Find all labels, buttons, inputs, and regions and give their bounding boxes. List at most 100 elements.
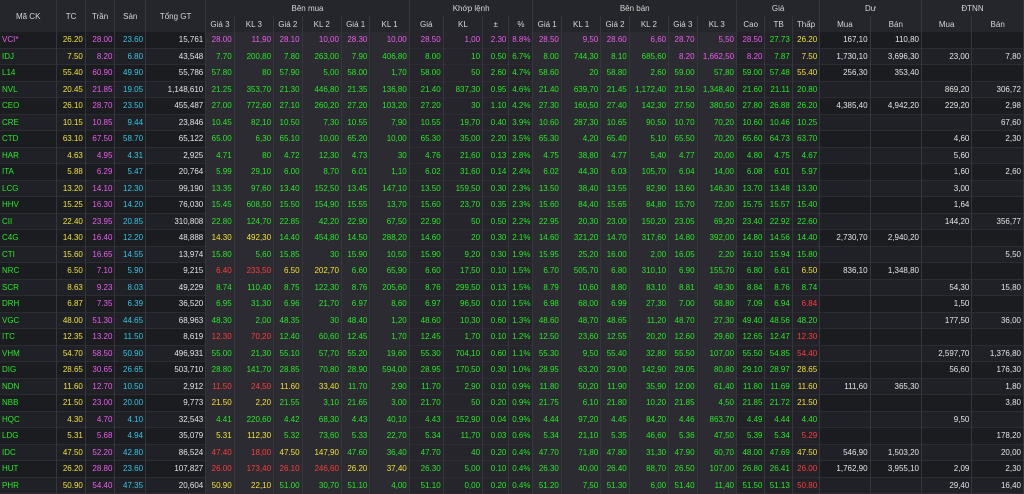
subheader-sell-5[interactable]: KL 3 bbox=[697, 16, 738, 32]
table-row[interactable]: NBB 21.50 23.00 20.00 9,773 21.50 2,20 21.55 3,1… bbox=[0, 394, 1024, 411]
cell-symbol[interactable]: NVL bbox=[0, 81, 58, 98]
cell-buy-vol-2: 10,00 bbox=[302, 32, 342, 48]
table-row[interactable]: C4G 14.30 16.40 12.20 48,888 14.30 492,30 14.40… bbox=[0, 229, 1024, 246]
subheader-buy-3[interactable]: KL 2 bbox=[302, 16, 342, 32]
cell-match-price: 4.43 bbox=[409, 411, 444, 428]
cell-foreign-sell: 356,77 bbox=[971, 213, 1024, 230]
table-row[interactable]: NVL 20.45 21.85 19.05 1,148,610 21.25 353,70 21… bbox=[0, 81, 1024, 98]
table-row[interactable]: CRE 10.15 10.85 9.44 23,846 10.45 82,10 10.50 7,… bbox=[0, 114, 1024, 131]
cell-symbol[interactable]: ITC bbox=[0, 328, 58, 345]
subheader-match-0[interactable]: Giá bbox=[409, 16, 444, 32]
cell-symbol[interactable]: DRH bbox=[0, 295, 58, 312]
subheader-price-0[interactable]: Cao bbox=[736, 16, 766, 32]
subheader-buy-1[interactable]: KL 3 bbox=[234, 16, 275, 32]
cell-symbol[interactable]: LCG bbox=[0, 180, 58, 197]
cell-symbol[interactable]: LDG bbox=[0, 427, 58, 444]
cell-symbol[interactable]: CII bbox=[0, 213, 58, 230]
cell-symbol[interactable]: CRE bbox=[0, 114, 58, 131]
cell-sell-vol-1: 287,30 bbox=[561, 114, 602, 131]
header-ceiling[interactable]: Trần bbox=[85, 0, 116, 32]
table-row[interactable]: VCI* 26.20 28.00 23.60 15,761 28.00 11,90 28.10… bbox=[0, 32, 1024, 48]
subheader-sell-4[interactable]: Giá 3 bbox=[668, 16, 698, 32]
table-row[interactable]: ITC 12.35 13.20 11.50 8,619 12.30 70,20 12.40 60… bbox=[0, 328, 1024, 345]
table-row[interactable]: DIG 28.65 30.65 26.65 503,710 28.80 141,70 28.8… bbox=[0, 361, 1024, 378]
subheader-buy-4[interactable]: Giá 1 bbox=[341, 16, 371, 32]
table-row[interactable]: HUT 26.20 28.80 23.60 107,827 26.00 173,40 26.1… bbox=[0, 460, 1024, 477]
cell-symbol[interactable]: NDN bbox=[0, 378, 58, 395]
subheader-foreign-0[interactable]: Mua bbox=[921, 16, 973, 32]
cell-symbol[interactable]: NRC bbox=[0, 262, 58, 279]
cell-symbol[interactable]: HHV bbox=[0, 196, 58, 213]
header-symbol[interactable]: Mã CK bbox=[0, 0, 58, 32]
subheader-sell-3[interactable]: KL 2 bbox=[629, 16, 670, 32]
subheader-sell-0[interactable]: Giá 1 bbox=[532, 16, 562, 32]
cell-symbol[interactable]: SCR bbox=[0, 279, 58, 296]
cell-symbol[interactable]: NBB bbox=[0, 394, 58, 411]
subheader-buy-5[interactable]: KL 1 bbox=[369, 16, 410, 32]
table-row[interactable]: ITA 5.88 6.29 5.47 20,764 5.99 29,10 6.00 8,70 6.… bbox=[0, 163, 1024, 180]
cell-symbol[interactable]: CTI bbox=[0, 246, 58, 263]
subheader-sell-2[interactable]: Giá 2 bbox=[600, 16, 630, 32]
table-row[interactable]: NDN 11.60 12.70 10.50 2,912 11.50 24,50 11.60 33… bbox=[0, 378, 1024, 395]
cell-ref: 21.50 bbox=[56, 394, 86, 411]
cell-symbol[interactable]: VHM bbox=[0, 345, 58, 362]
table-row[interactable]: HAR 4.63 4.95 4.31 2,925 4.71 80 4.72 12,30 4.73 3… bbox=[0, 147, 1024, 164]
cell-high: 59.00 bbox=[736, 64, 766, 81]
subheader-buy-2[interactable]: Giá 2 bbox=[273, 16, 303, 32]
table-row[interactable]: NRC 6.50 7.10 5.90 9,215 6.40 233,50 6.50 202,70… bbox=[0, 262, 1024, 279]
table-row[interactable]: L14 55.40 60.90 49.90 55,786 57.80 80 57.90 5,00… bbox=[0, 64, 1024, 81]
cell-symbol[interactable]: L14 bbox=[0, 64, 58, 81]
cell-symbol[interactable]: DIG bbox=[0, 361, 58, 378]
table-row[interactable]: CII 22.40 23.95 20.85 310,808 22.80 124,70 22.8… bbox=[0, 213, 1024, 230]
cell-symbol[interactable]: IDC bbox=[0, 444, 58, 461]
subheader-foreign-1[interactable]: Bán bbox=[971, 16, 1024, 32]
header-total-value[interactable]: Tổng GT bbox=[145, 0, 207, 32]
table-row[interactable]: HQC 4.30 4.70 4.10 32,543 4.41 220,60 4.42 68,30… bbox=[0, 411, 1024, 428]
subheader-buy-0[interactable]: Giá 3 bbox=[205, 16, 235, 32]
cell-symbol[interactable]: CEO bbox=[0, 97, 58, 114]
subheader-match-2[interactable]: ± bbox=[482, 16, 510, 32]
cell-symbol[interactable]: VCI* bbox=[0, 32, 58, 48]
table-row[interactable]: CEO 26.10 28.70 23.50 455,487 27.00 772,60 27.1… bbox=[0, 97, 1024, 114]
cell-symbol[interactable]: HAR bbox=[0, 147, 58, 164]
cell-floor: 6.39 bbox=[114, 295, 147, 312]
cell-symbol[interactable]: HQC bbox=[0, 411, 58, 428]
subheader-sell-1[interactable]: KL 1 bbox=[561, 16, 602, 32]
subheader-price-1[interactable]: TB bbox=[764, 16, 793, 32]
table-row[interactable]: SCR 8.63 9.23 8.03 49,229 8.74 110,40 8.75 122,3… bbox=[0, 279, 1024, 296]
table-row[interactable]: IDJ 7.50 8.20 6.80 43,548 7.70 200,80 7.80 263,0… bbox=[0, 48, 1024, 65]
table-row[interactable]: HHV 15.25 16.30 14.20 76,030 15.45 608,50 15.50… bbox=[0, 196, 1024, 213]
table-row[interactable]: DRH 6.87 7.35 6.39 36,520 6.95 31,30 6.96 21,70 6… bbox=[0, 295, 1024, 312]
cell-symbol[interactable]: HUT bbox=[0, 460, 58, 477]
cell-symbol[interactable]: ITA bbox=[0, 163, 58, 180]
cell-sell-vol-2: 20,20 bbox=[629, 328, 670, 345]
subheader-surplus-0[interactable]: Mua bbox=[819, 16, 871, 32]
cell-symbol[interactable]: VGC bbox=[0, 312, 58, 329]
cell-foreign-sell bbox=[971, 32, 1024, 48]
table-row[interactable]: LDG 5.31 5.68 4.94 35,079 5.31 112,30 5.32 73,60… bbox=[0, 427, 1024, 444]
table-row[interactable]: CTI 15.60 16.65 14.55 13,974 15.80 5,60 15.85 30… bbox=[0, 246, 1024, 263]
table-row[interactable]: LCG 13.20 14.10 12.30 99,190 13.35 97,60 13.40 1… bbox=[0, 180, 1024, 197]
subheader-surplus-1[interactable]: Bán bbox=[870, 16, 923, 32]
table-row[interactable]: VGC 48.00 51.30 44.65 68,963 48.30 2,00 48.35 30… bbox=[0, 312, 1024, 329]
table-row[interactable]: VHM 54.70 58.50 50.90 496,931 55.00 21,30 55.10… bbox=[0, 345, 1024, 362]
cell-match-vol: 10 bbox=[443, 48, 484, 65]
header-ref[interactable]: TC bbox=[56, 0, 86, 32]
cell-symbol[interactable]: CTD bbox=[0, 130, 58, 147]
table-row[interactable]: PHR 50.90 54.40 47.35 20,604 50.90 22,10 51.00 3… bbox=[0, 477, 1024, 494]
cell-match-vol: 50 bbox=[443, 64, 484, 81]
subheader-match-3[interactable]: % bbox=[508, 16, 534, 32]
cell-symbol[interactable]: PHR bbox=[0, 477, 58, 494]
table-row[interactable]: CTD 63.10 67.50 58.70 65,122 65.00 6,30 65.10 10… bbox=[0, 130, 1024, 147]
cell-buy-vol-3: 200,80 bbox=[234, 48, 275, 65]
table-row[interactable]: IDC 47.50 52.20 42.80 86,524 47.40 18,00 47.50 1… bbox=[0, 444, 1024, 461]
cell-symbol[interactable]: IDJ bbox=[0, 48, 58, 65]
cell-buy-price-2: 6.50 bbox=[273, 262, 303, 279]
cell-symbol[interactable]: C4G bbox=[0, 229, 58, 246]
header-floor[interactable]: Sàn bbox=[114, 0, 147, 32]
cell-sell-price-1: 58.60 bbox=[532, 64, 562, 81]
cell-high: 11.80 bbox=[736, 378, 766, 395]
subheader-price-2[interactable]: Thấp bbox=[792, 16, 821, 32]
subheader-match-1[interactable]: KL bbox=[443, 16, 484, 32]
cell-buy-vol-1: 1,70 bbox=[369, 328, 410, 345]
